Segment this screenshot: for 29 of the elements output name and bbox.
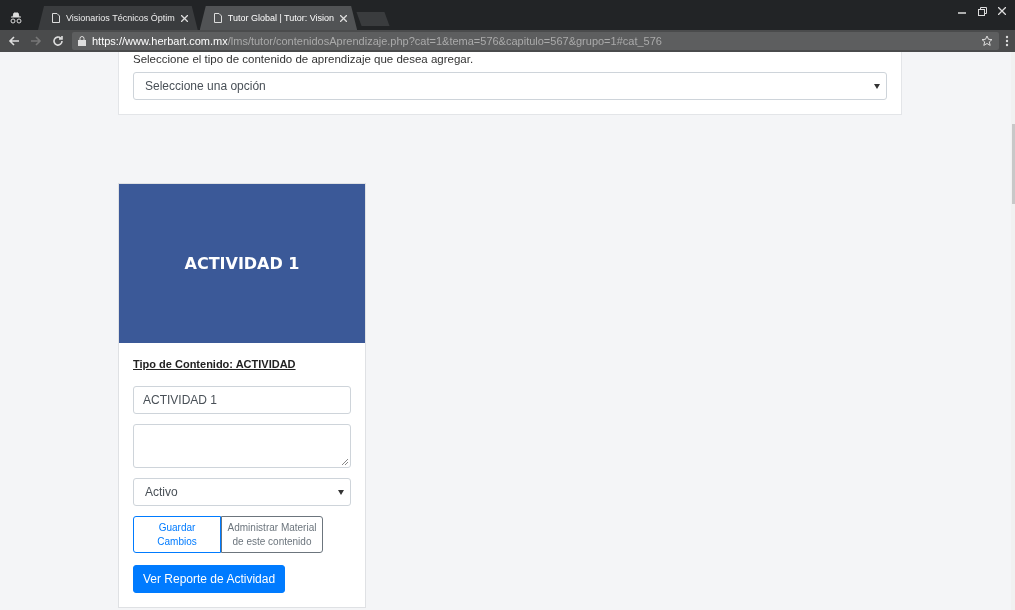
prompt-text: Seleccione el tipo de contenido de aprendizaje que desea agregar. xyxy=(133,52,475,66)
star-icon[interactable] xyxy=(981,35,993,47)
incognito-icon xyxy=(9,11,23,25)
browser-tab[interactable]: Visionarios Técnicos Óptim xyxy=(38,6,198,30)
page-icon xyxy=(213,13,222,23)
menu-icon[interactable] xyxy=(1005,35,1009,47)
resize-handle-icon[interactable] xyxy=(342,459,348,465)
close-icon[interactable] xyxy=(180,14,188,22)
restore-icon[interactable] xyxy=(977,6,987,16)
description-field[interactable] xyxy=(133,424,351,468)
close-icon[interactable] xyxy=(340,14,348,22)
caret-icon xyxy=(874,83,880,89)
status-select[interactable]: Activo xyxy=(133,478,351,506)
card-title: ACTIVIDAD 1 xyxy=(184,254,300,273)
url-text: https://www.herbart.com.mx/lms/tutor/contenidosAprendizaje.php?cat=1&tema=576&capitulo=567&grupo=1#cat_576 xyxy=(92,35,663,47)
browser-tab[interactable]: Tutor Global | Tutor: Vision xyxy=(199,6,358,30)
content-type-label: Tipo de Contenido: ACTIVIDAD xyxy=(133,358,297,370)
manage-material-button[interactable]: Administrar Material de este contenido xyxy=(221,516,323,553)
address-bar[interactable]: https://www.herbart.com.mx/lms/tutor/contenidosAprendizaje.php?cat=1&tema=576&capitulo=567&grupo=1#cat_576 xyxy=(72,32,999,50)
lock-icon xyxy=(78,36,86,46)
content-type-select[interactable]: Seleccione una opción xyxy=(133,72,887,100)
name-field[interactable]: ACTIVIDAD 1 xyxy=(133,386,351,414)
reload-icon[interactable] xyxy=(52,35,64,47)
save-button[interactable]: Guardar Cambios xyxy=(133,516,221,553)
back-arrow-icon[interactable] xyxy=(8,35,20,47)
report-button[interactable]: Ver Reporte de Actividad xyxy=(133,565,286,593)
page-icon xyxy=(52,13,60,23)
caret-icon xyxy=(338,489,344,495)
close-icon[interactable] xyxy=(998,7,1006,15)
